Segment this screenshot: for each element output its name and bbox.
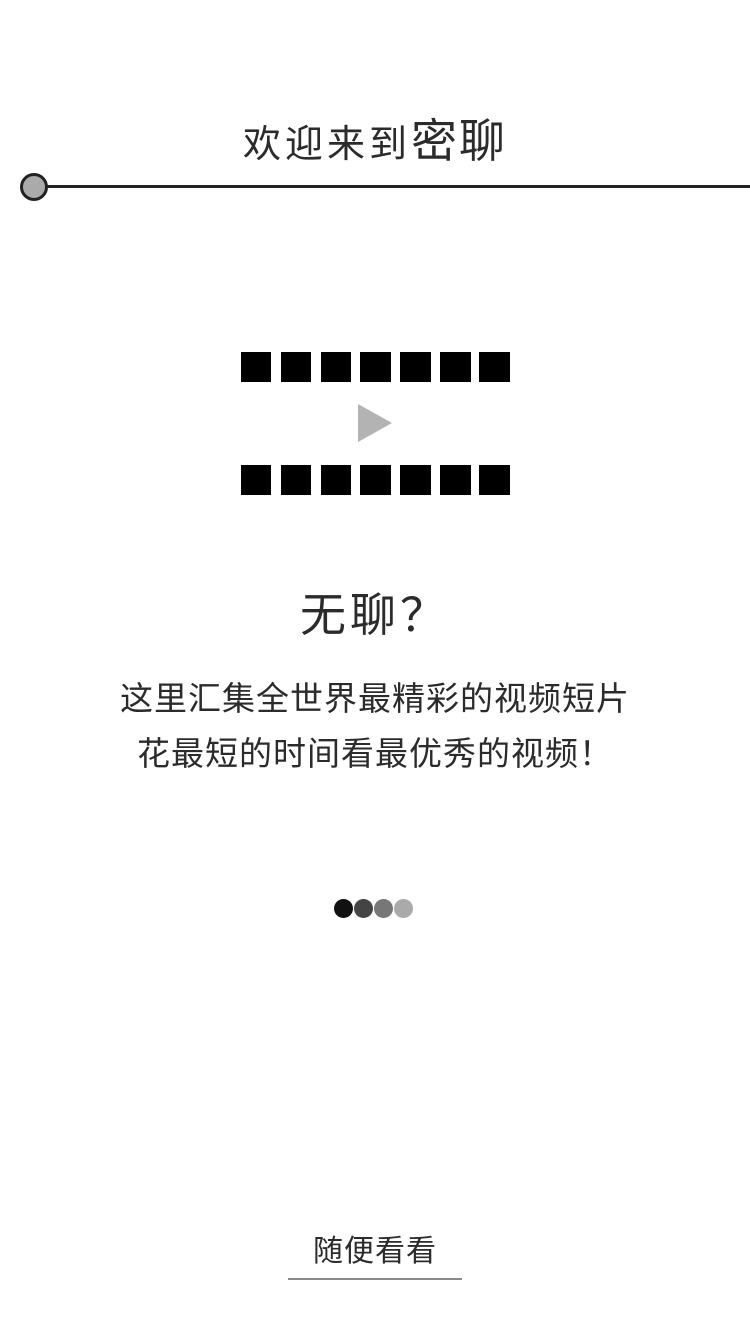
page-dot — [394, 899, 413, 918]
page-dot — [374, 899, 393, 918]
brand-name: 密聊 — [411, 114, 507, 168]
film-strip-play-icon — [241, 352, 511, 496]
header-divider — [36, 185, 750, 188]
tagline-line-1: 这里汇集全世界最精彩的视频短片 — [120, 679, 630, 718]
welcome-text: 欢迎来到 — [242, 122, 411, 166]
tagline-line-2: 花最短的时间看最优秀的视频！ — [137, 734, 613, 773]
film-perforation-bottom — [241, 465, 510, 495]
welcome-title: 欢迎来到密聊 — [0, 118, 750, 164]
page-dot — [334, 899, 353, 918]
headline: 无聊？ — [300, 588, 450, 642]
page-indicator — [334, 899, 413, 919]
film-perforation-top — [241, 352, 510, 382]
play-icon — [358, 404, 392, 442]
page-dot — [354, 899, 373, 918]
browse-randomly-button[interactable]: 随便看看 — [288, 1232, 462, 1280]
circle-line-icon — [20, 173, 48, 201]
